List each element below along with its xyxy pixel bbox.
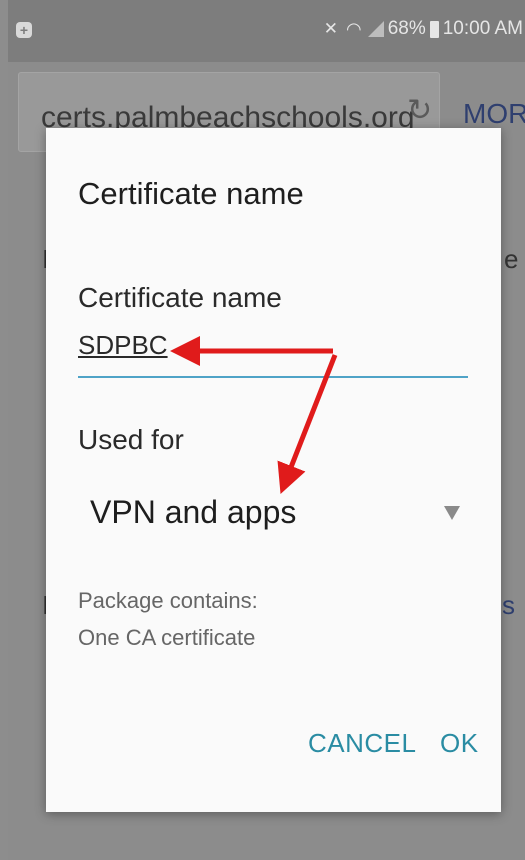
certificate-name-input[interactable]: SDPBC bbox=[78, 324, 468, 378]
background-text-right: e bbox=[504, 244, 519, 274]
status-icons: ✕ ◠ 68% 10:00 AM bbox=[324, 18, 523, 40]
used-for-value: VPN and apps bbox=[90, 494, 297, 530]
dialog-title: Certificate name bbox=[78, 176, 304, 211]
used-for-label: Used for bbox=[78, 424, 184, 455]
used-for-dropdown[interactable]: VPN and apps bbox=[78, 486, 468, 536]
certificate-name-value: SDPBC bbox=[78, 330, 168, 360]
package-contains-value: One CA certificate bbox=[78, 625, 256, 650]
ok-button[interactable]: OK bbox=[440, 728, 479, 759]
battery-icon bbox=[429, 20, 439, 38]
dropdown-arrow-icon bbox=[444, 506, 460, 520]
reload-icon[interactable]: ↻ bbox=[407, 93, 432, 128]
certificate-name-label: Certificate name bbox=[78, 282, 282, 313]
package-contains-label: Package contains: bbox=[78, 588, 258, 613]
phone-screen: + ✕ ◠ 68% 10:00 AM certs.palmbeachschools.o… bbox=[8, 0, 525, 860]
certificate-name-dialog: Certificate name Certificate name SDPBC … bbox=[46, 128, 501, 812]
status-bar: + ✕ ◠ 68% 10:00 AM bbox=[8, 0, 525, 62]
notification-icon: + bbox=[16, 22, 32, 38]
mute-icon: ✕ bbox=[323, 19, 338, 38]
clock: 10:00 AM bbox=[442, 18, 523, 39]
cancel-button[interactable]: CANCEL bbox=[308, 728, 416, 759]
background-link-right-2: s bbox=[502, 590, 515, 620]
more-link[interactable]: MORE bbox=[463, 98, 525, 130]
battery-percent: 68% bbox=[387, 18, 426, 39]
wifi-icon: ◠ bbox=[345, 18, 362, 39]
signal-icon bbox=[367, 21, 384, 37]
